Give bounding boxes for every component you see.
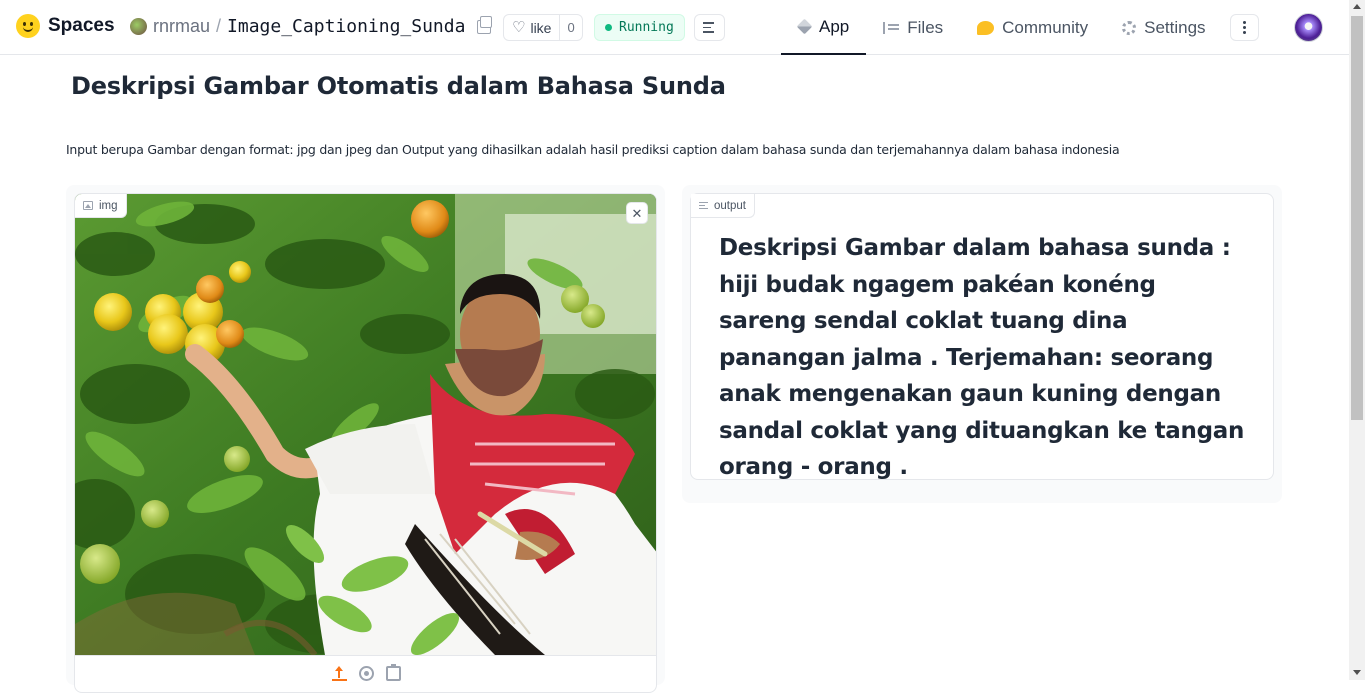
kebab-icon: [1243, 21, 1246, 24]
brand-label: Spaces: [48, 15, 115, 36]
uploaded-image: [75, 194, 656, 655]
community-icon: [977, 20, 995, 35]
tab-app[interactable]: App: [781, 0, 867, 55]
files-icon: [883, 21, 900, 34]
image-input-label: img: [75, 194, 127, 218]
page-title: Deskripsi Gambar Otomatis dalam Bahasa S…: [71, 72, 726, 100]
clipboard-icon[interactable]: [386, 664, 401, 681]
status-label: Running: [619, 20, 674, 35]
tab-community[interactable]: Community: [960, 0, 1105, 55]
tab-app-label: App: [819, 16, 850, 36]
more-options-button[interactable]: [1230, 14, 1259, 41]
breadcrumb-separator: /: [216, 16, 222, 36]
input-panel: img ✕: [66, 185, 665, 693]
image-input[interactable]: img ✕: [74, 193, 657, 693]
upload-icon[interactable]: [332, 666, 347, 681]
app-cube-icon: [796, 18, 813, 35]
heart-icon: ♡: [512, 19, 526, 36]
output-label-text: output: [714, 199, 746, 212]
output-label: output: [691, 194, 755, 218]
tab-files-label: Files: [907, 17, 944, 37]
status-dot-icon: [605, 24, 612, 31]
owner-avatar: [130, 18, 147, 35]
scroll-down-arrow-icon[interactable]: [1353, 670, 1361, 675]
like-count[interactable]: 0: [560, 20, 581, 35]
tab-community-label: Community: [1002, 17, 1089, 37]
page-description: Input berupa Gambar dengan format: jpg d…: [66, 142, 1120, 157]
page-scrollbar[interactable]: [1349, 0, 1365, 680]
image-input-label-text: img: [99, 199, 118, 212]
logs-button[interactable]: [694, 14, 725, 41]
output-textbox: output Deskripsi Gambar dalam bahasa sun…: [690, 193, 1274, 480]
scrollbar-thumb[interactable]: [1351, 16, 1363, 420]
image-icon: [83, 201, 93, 210]
tab-settings[interactable]: Settings: [1105, 0, 1222, 55]
webcam-icon[interactable]: [359, 666, 374, 681]
clear-image-button[interactable]: ✕: [626, 202, 648, 224]
repo-breadcrumb: rnrmau / Image_Captioning_Sunda: [130, 15, 493, 37]
status-badge[interactable]: Running: [594, 14, 685, 41]
like-button[interactable]: ♡ like 0: [503, 14, 583, 41]
owner-link[interactable]: rnrmau: [153, 16, 210, 37]
tab-files[interactable]: Files: [866, 0, 960, 55]
repo-name-link[interactable]: Image_Captioning_Sunda: [227, 16, 465, 37]
output-caption-text: Deskripsi Gambar dalam bahasa sunda : hi…: [719, 235, 1245, 480]
text-icon: [699, 201, 708, 210]
top-navbar: Spaces rnrmau / Image_Captioning_Sunda ♡…: [0, 0, 1349, 55]
close-icon: ✕: [631, 205, 643, 221]
tab-settings-label: Settings: [1144, 17, 1206, 37]
spaces-brand-link[interactable]: Spaces: [16, 14, 115, 38]
orange-picking-photo: [75, 194, 656, 655]
output-panel: output Deskripsi Gambar dalam bahasa sun…: [682, 185, 1282, 503]
like-label: like: [530, 19, 552, 36]
hugging-face-logo-icon: [16, 14, 40, 38]
scroll-up-arrow-icon[interactable]: [1353, 4, 1361, 9]
list-icon: [703, 22, 714, 24]
space-tabs: App Files Community Settings: [781, 0, 1223, 55]
image-source-toolbar: [75, 655, 656, 692]
gear-icon: [1122, 20, 1137, 35]
copy-icon[interactable]: [477, 15, 493, 34]
user-avatar[interactable]: [1294, 13, 1323, 42]
